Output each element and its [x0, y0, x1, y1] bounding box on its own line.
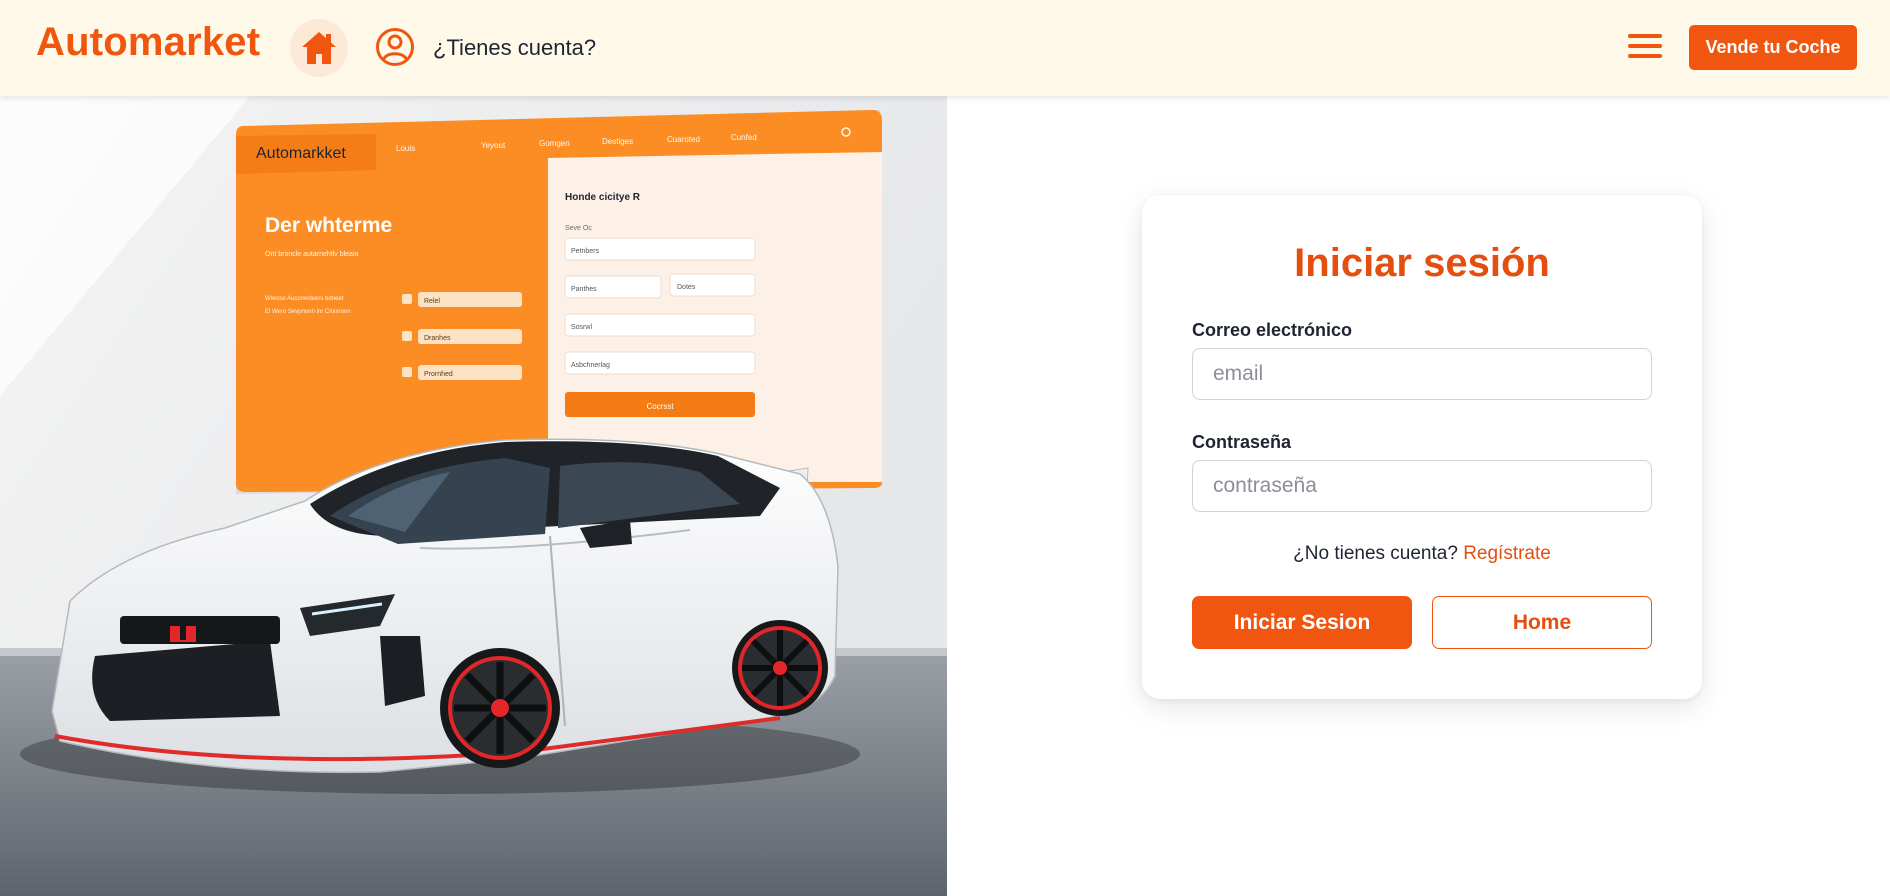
signup-prompt: ¿No tienes cuenta? Regístrate — [1142, 543, 1702, 565]
mockup-subtitle: Ont broncle autarnehtlv bleaio — [265, 251, 358, 258]
mockup-input-3: Dotes — [677, 284, 696, 291]
mockup-button: Cocrsst — [646, 402, 674, 411]
website-mockup: Automarkket Louis Yeyout Gomgen Destiges… — [236, 110, 882, 494]
account-prompt[interactable]: ¿Tienes cuenta? — [433, 35, 596, 61]
mockup-logo: Automarkket — [256, 145, 346, 162]
mockup-nav-6: Cunfed — [731, 133, 757, 142]
mockup-nav-1: Louis — [396, 144, 415, 153]
mockup-text-1: Wlwsse Auconwdeers bdneet — [265, 296, 344, 302]
mockup-side-item-3: Prornhed — [424, 371, 453, 378]
mockup-nav-2: Yeyout — [481, 141, 506, 150]
mockup-input-1: Petnbers — [571, 248, 600, 255]
mockup-nav-5: Cuaroted — [667, 135, 700, 144]
no-account-text: ¿No tienes cuenta? — [1293, 543, 1458, 564]
user-circle-icon[interactable] — [375, 27, 415, 67]
hamburger-menu-icon[interactable] — [1628, 34, 1662, 60]
email-label: Correo electrónico — [1192, 320, 1353, 340]
sell-car-button[interactable]: Vende tu Coche — [1689, 25, 1857, 70]
mockup-form-sub: Seve Oc — [565, 225, 592, 232]
home-link-button[interactable]: Home — [1432, 596, 1652, 649]
mockup-side-item-2: Dranhes — [424, 335, 451, 342]
hero-image: Automarkket Louis Yeyout Gomgen Destiges… — [0, 96, 947, 896]
home-icon — [302, 32, 336, 64]
top-navbar: Automarket ¿Tienes cuenta? Vende tu Coch… — [0, 0, 1890, 96]
mockup-input-4: Sosrwl — [571, 324, 592, 331]
brand-logo[interactable]: Automarket — [36, 20, 260, 65]
mockup-input-5: Asbchnerlag — [571, 362, 610, 369]
login-button[interactable]: Iniciar Sesion — [1192, 596, 1412, 649]
mockup-side-item-1: Relel — [424, 298, 440, 305]
login-title: Iniciar sesión — [1294, 241, 1550, 285]
mockup-input-2: Panthes — [571, 286, 597, 293]
mockup-form-title: Honde cicitye R — [565, 192, 641, 203]
mockup-nav-3: Gomgen — [539, 139, 570, 148]
password-field[interactable] — [1192, 460, 1652, 512]
mockup-text-2: El Wero Sevpnnnn inr Clnnnnnn — [265, 309, 351, 315]
login-card: Iniciar sesión Correo electrónico Contra… — [1142, 195, 1702, 699]
home-button[interactable] — [290, 19, 348, 77]
mockup-headline: Der whterme — [265, 214, 392, 237]
password-label: Contraseña — [1192, 432, 1292, 452]
email-field[interactable] — [1192, 348, 1652, 400]
register-link[interactable]: Regístrate — [1463, 543, 1551, 564]
mockup-nav-4: Destiges — [602, 137, 633, 146]
